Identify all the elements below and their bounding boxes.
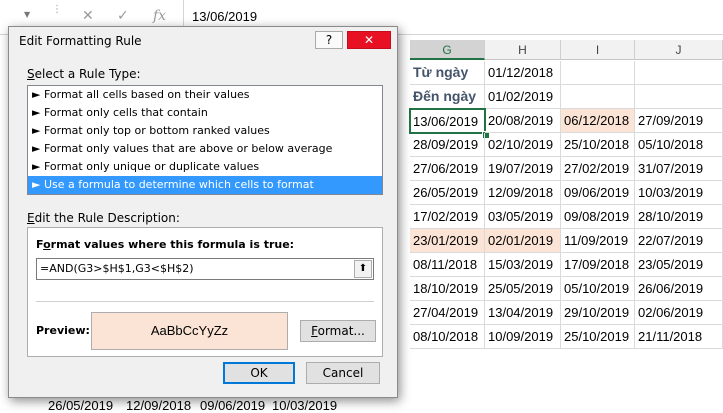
rule-type-item[interactable]: ► Format only cells that contain bbox=[28, 104, 382, 122]
cell-g7[interactable]: 26/05/2019 bbox=[410, 181, 485, 205]
cell-g10[interactable]: 08/11/2018 bbox=[410, 253, 485, 277]
cell-j10[interactable]: 23/05/2019 bbox=[635, 253, 723, 277]
cell-i6[interactable]: 27/02/2019 bbox=[561, 157, 635, 181]
cell-h4[interactable]: 20/08/2019 bbox=[485, 109, 561, 133]
cell-h8[interactable]: 03/05/2019 bbox=[485, 205, 561, 229]
help-button[interactable]: ? bbox=[315, 31, 343, 49]
cell-g3[interactable]: Đến ngày bbox=[410, 85, 485, 109]
format-button[interactable]: Format... bbox=[300, 320, 376, 342]
formula-field[interactable]: =AND(G3>$H$1,G3<$H$2) ⬆ bbox=[36, 258, 374, 280]
column-header-h[interactable]: H bbox=[485, 40, 561, 60]
cell-h2[interactable]: 01/12/2018 bbox=[485, 61, 561, 85]
cell-g4-active[interactable]: 13/06/2019 bbox=[409, 108, 486, 134]
cell-j8[interactable]: 28/10/2019 bbox=[635, 205, 723, 229]
cell-j6[interactable]: 31/07/2019 bbox=[635, 157, 723, 181]
rule-type-item-selected[interactable]: ► Use a formula to determine which cells… bbox=[28, 176, 382, 194]
cell-j5[interactable]: 05/10/2018 bbox=[635, 133, 723, 157]
bottom-cell-1: 26/05/2019 bbox=[48, 398, 114, 413]
name-box-dropdown-icon[interactable]: ▼ bbox=[24, 10, 30, 19]
column-header-j[interactable]: J bbox=[635, 40, 723, 60]
description-divider bbox=[36, 301, 374, 302]
cell-i9[interactable]: 11/09/2019 bbox=[561, 229, 635, 253]
rule-type-item[interactable]: ► Format only top or bottom ranked value… bbox=[28, 122, 382, 140]
cell-h3[interactable]: 01/02/2019 bbox=[485, 85, 561, 109]
cell-g11[interactable]: 18/10/2019 bbox=[410, 277, 485, 301]
cell-h9[interactable]: 02/01/2019 bbox=[485, 229, 561, 253]
cell-i11[interactable]: 05/10/2019 bbox=[561, 277, 635, 301]
rule-type-item[interactable]: ► Format all cells based on their values bbox=[28, 86, 382, 104]
cell-i5[interactable]: 25/10/2018 bbox=[561, 133, 635, 157]
bottom-cell-2: 12/09/2018 bbox=[126, 398, 192, 413]
rule-type-list[interactable]: ► Format all cells based on their values… bbox=[27, 85, 383, 195]
preview-label: Preview: bbox=[36, 324, 90, 337]
rule-type-item[interactable]: ► Format only unique or duplicate values bbox=[28, 158, 382, 176]
enter-icon[interactable]: ✓ bbox=[117, 8, 129, 24]
cell-j13[interactable]: 21/11/2018 bbox=[635, 325, 723, 349]
cell-g13[interactable]: 08/10/2018 bbox=[410, 325, 485, 349]
cell-i12[interactable]: 29/10/2019 bbox=[561, 301, 635, 325]
cell-i13[interactable]: 25/10/2019 bbox=[561, 325, 635, 349]
cancel-icon[interactable]: ✕ bbox=[82, 8, 94, 24]
bottom-cell-3: 09/06/2019 bbox=[200, 398, 266, 413]
cancel-button[interactable]: Cancel bbox=[306, 362, 380, 384]
cell-i2[interactable] bbox=[561, 61, 635, 85]
cell-h7[interactable]: 12/09/2018 bbox=[485, 181, 561, 205]
insert-function-icon[interactable]: fx bbox=[153, 8, 166, 24]
cell-h11[interactable]: 25/05/2019 bbox=[485, 277, 561, 301]
cell-j7[interactable]: 10/03/2019 bbox=[635, 181, 723, 205]
cell-j4[interactable]: 27/09/2019 bbox=[635, 109, 723, 133]
cell-h6[interactable]: 19/07/2019 bbox=[485, 157, 561, 181]
formula-label: Format values where this formula is true… bbox=[36, 238, 295, 251]
cell-g2[interactable]: Từ ngày bbox=[410, 61, 485, 85]
cell-h5[interactable]: 02/10/2019 bbox=[485, 133, 561, 157]
cell-j11[interactable]: 26/06/2019 bbox=[635, 277, 723, 301]
cell-j3[interactable] bbox=[635, 85, 723, 109]
cell-i7[interactable]: 09/06/2019 bbox=[561, 181, 635, 205]
edit-formatting-rule-dialog: Edit Formatting Rule ? ✕ Select a Rule T… bbox=[8, 26, 398, 398]
cell-i3[interactable] bbox=[561, 85, 635, 109]
column-header-i[interactable]: I bbox=[561, 40, 635, 60]
formula-field-value: =AND(G3>$H$1,G3<$H$2) bbox=[40, 262, 194, 275]
cell-g12[interactable]: 27/04/2019 bbox=[410, 301, 485, 325]
cell-i8[interactable]: 09/08/2019 bbox=[561, 205, 635, 229]
select-rule-type-label: Select a Rule Type: bbox=[27, 67, 141, 81]
collapse-dialog-icon[interactable]: ⬆ bbox=[354, 260, 372, 278]
bottom-cell-4: 10/03/2019 bbox=[272, 398, 338, 413]
cell-g6[interactable]: 27/06/2019 bbox=[410, 157, 485, 181]
rule-description-panel: Format values where this formula is true… bbox=[27, 227, 383, 357]
cell-j9[interactable]: 22/07/2019 bbox=[635, 229, 723, 253]
cell-i10[interactable]: 17/09/2018 bbox=[561, 253, 635, 277]
formula-bar-grip-icon: ⋮ bbox=[52, 4, 62, 15]
format-preview: AaBbCcYyZz bbox=[91, 312, 288, 350]
cell-i4[interactable]: 06/12/2018 bbox=[561, 109, 635, 133]
cell-g9[interactable]: 23/01/2019 bbox=[410, 229, 485, 253]
close-button[interactable]: ✕ bbox=[347, 31, 391, 49]
edit-rule-description-label: Edit the Rule Description: bbox=[27, 211, 180, 225]
cell-j12[interactable]: 02/06/2019 bbox=[635, 301, 723, 325]
cell-h12[interactable]: 13/04/2019 bbox=[485, 301, 561, 325]
dialog-title: Edit Formatting Rule bbox=[19, 34, 142, 48]
bottom-partial-row: 26/05/2019 12/09/2018 09/06/2019 10/03/2… bbox=[30, 398, 350, 413]
cell-g8[interactable]: 17/02/2019 bbox=[410, 205, 485, 229]
cell-h13[interactable]: 10/09/2019 bbox=[485, 325, 561, 349]
cell-g5[interactable]: 28/09/2019 bbox=[410, 133, 485, 157]
ok-button[interactable]: OK bbox=[223, 362, 295, 384]
cell-j2[interactable] bbox=[635, 61, 723, 85]
column-header-g[interactable]: G bbox=[410, 40, 485, 60]
rule-type-item[interactable]: ► Format only values that are above or b… bbox=[28, 140, 382, 158]
cell-h10[interactable]: 15/03/2019 bbox=[485, 253, 561, 277]
